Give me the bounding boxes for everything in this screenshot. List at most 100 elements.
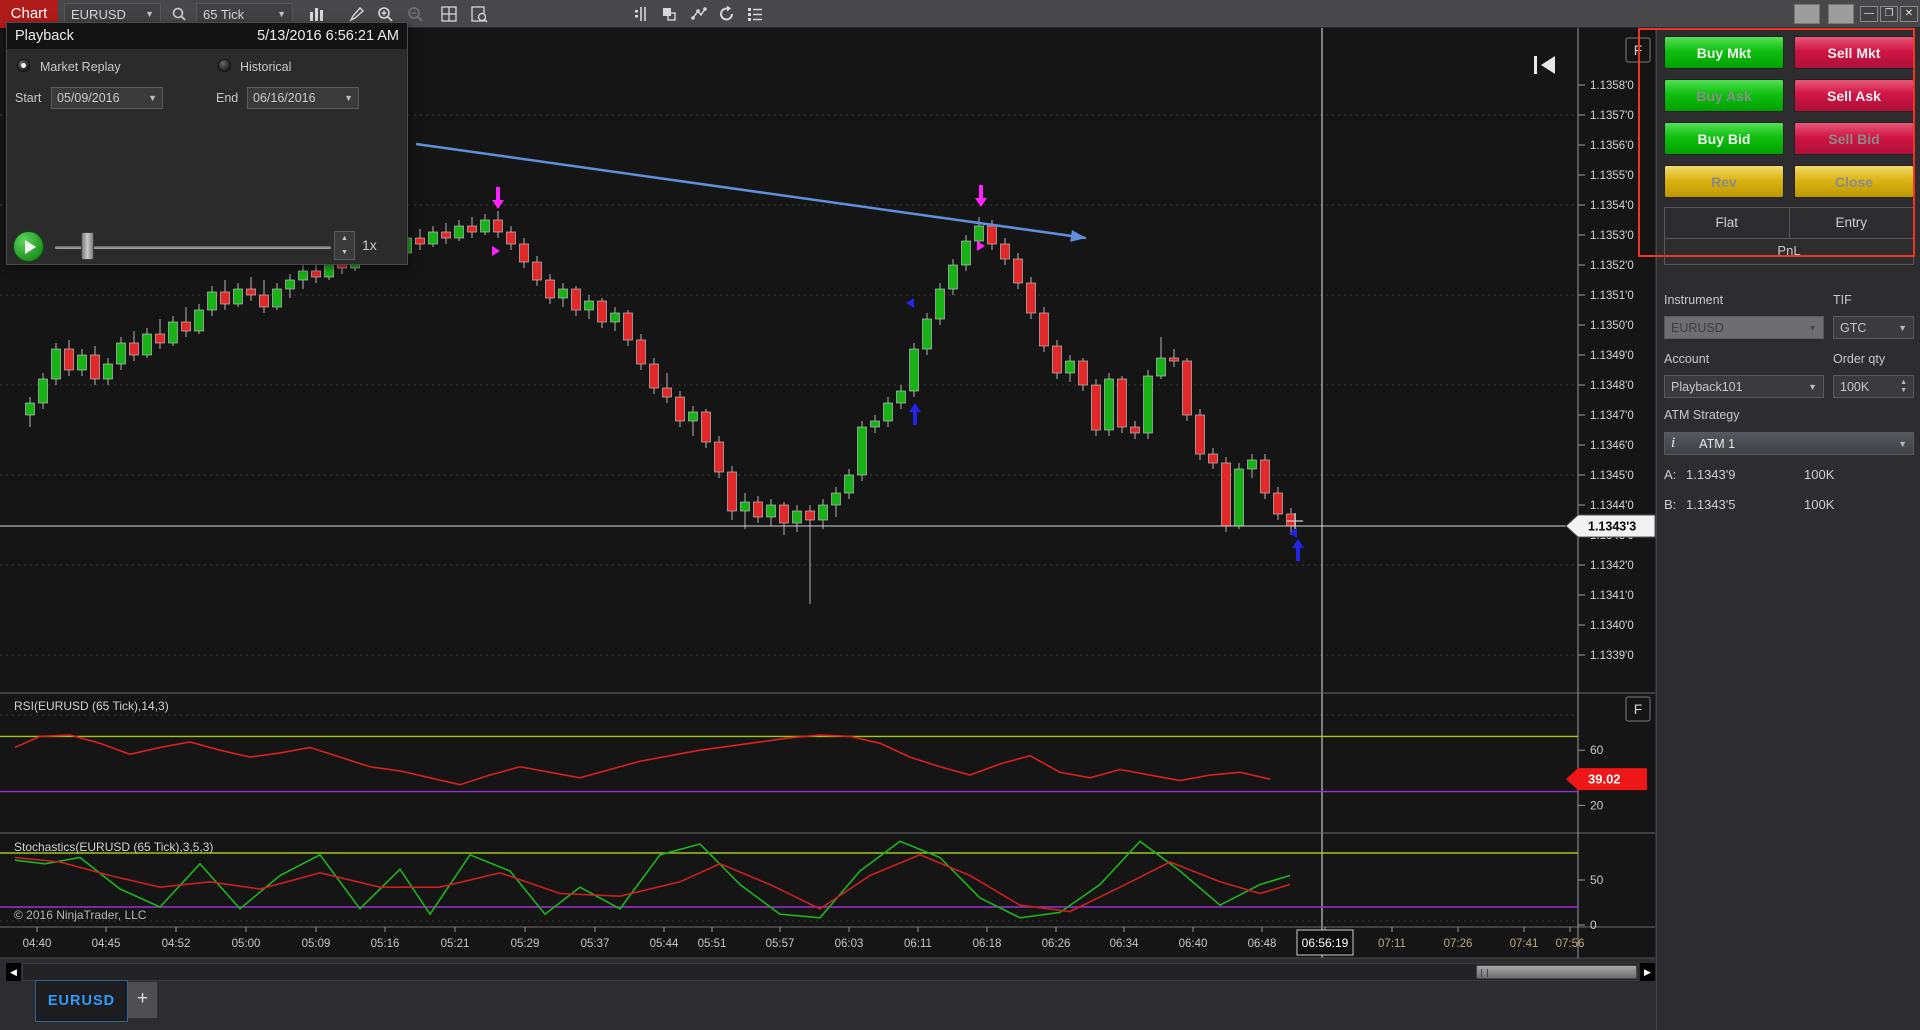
candle [636,339,646,365]
candle [948,264,958,290]
candle [1169,357,1179,362]
candle [818,504,828,521]
time-axis-label: 04:52 [162,938,191,950]
time-axis-label: 05:00 [232,938,261,950]
speed-slider-handle[interactable] [81,232,94,260]
time-axis-label: 04:40 [23,938,52,950]
horizontal-scrollbar[interactable] [22,963,1638,981]
fix-scale-button-label: F [1634,42,1643,58]
candle [831,492,841,506]
tab-eurusd[interactable]: EURUSD [35,980,128,1022]
candle [428,231,438,245]
instrument-link-button[interactable] [1794,4,1820,24]
close-button[interactable]: ✕ [1900,6,1918,22]
buy-ask-button[interactable]: Buy Ask [1664,79,1784,112]
current-price-tag-text: 1.1343'3 [1588,520,1636,534]
candle [90,354,100,380]
time-axis-label: 06:03 [835,938,864,950]
scroll-right-button[interactable]: ▶ [1640,963,1655,981]
candle [883,402,893,422]
candle [571,288,581,311]
candle [1052,345,1062,374]
time-axis-label: 06:40 [1179,938,1208,950]
candle [558,288,568,299]
sell-mkt-button[interactable]: Sell Mkt [1794,36,1914,69]
historical-radio[interactable] [218,59,231,72]
start-date-dropdown[interactable]: 05/09/2016 ▼ [51,87,163,109]
price-axis-label: 1.1347'0 [1590,410,1634,422]
sell-ask-button[interactable]: Sell Ask [1794,79,1914,112]
restore-button[interactable]: ❐ [1880,6,1898,22]
price-axis-label: 1.1349'0 [1590,350,1634,362]
candle [844,474,854,494]
candle [727,471,737,512]
playback-panel: Playback 5/13/2016 6:56:21 AM Market Rep… [6,22,408,265]
price-axis-label: 1.1357'0 [1590,110,1634,122]
candle [1117,378,1127,428]
time-axis-label: 05:57 [766,938,795,950]
close-button[interactable]: Close [1794,165,1914,198]
order-qty-stepper[interactable]: 100K ▲ ▼ [1833,375,1914,398]
sell-bid-button[interactable]: Sell Bid [1794,122,1914,155]
candle [675,396,685,422]
copyright-text: © 2016 NinjaTrader, LLC [14,908,147,922]
candle [480,219,490,233]
scrollbar-thumb[interactable] [1476,965,1637,979]
reload-icon[interactable] [714,2,740,26]
account-select[interactable]: Playback101 ▼ [1664,375,1824,398]
windows-icon[interactable] [656,2,682,26]
candle [415,237,425,245]
interval-link-button[interactable] [1828,4,1854,24]
price-axis-label: 1.1339'0 [1590,650,1634,662]
candle [168,321,178,344]
time-axis-label: 06:18 [973,938,1002,950]
play-button[interactable] [13,231,44,262]
crosshair-grid-icon[interactable] [436,2,462,26]
candle [454,225,464,239]
price-axis-label: 1.1345'0 [1590,470,1634,482]
candle [311,270,321,278]
speed-stepper[interactable]: ▲ ▼ [334,231,355,260]
buy-bid-button[interactable]: Buy Bid [1664,122,1784,155]
candle [64,348,74,371]
candle [1208,453,1218,464]
candle [1065,360,1075,374]
data-series-icon[interactable] [686,2,712,26]
candle [1234,468,1244,527]
candle [753,501,763,518]
panel-toggle-icon[interactable] [628,2,654,26]
stepper-arrows-icon: ▲ ▼ [1900,378,1907,394]
price-axis-label: 1.1350'0 [1590,320,1634,332]
chevron-down-icon: ▼ [148,93,157,103]
speed-slider-track[interactable] [55,246,331,249]
market-replay-radio[interactable] [17,59,30,72]
chevron-down-icon: ▼ [1808,381,1817,392]
buy-arrow-icon [1296,548,1300,561]
candle [714,441,724,473]
chart-trader-icon[interactable] [466,2,492,26]
price-axis-label: 1.1352'0 [1590,260,1634,272]
atm-strategy-select[interactable]: i ATM 1 ▼ [1664,432,1914,455]
rev-button[interactable]: Rev [1664,165,1784,198]
add-tab-button[interactable]: + [128,982,157,1018]
buy-mkt-button[interactable]: Buy Mkt [1664,36,1784,69]
time-axis-label: 05:51 [698,938,727,950]
candle [922,318,932,350]
candle [1000,243,1010,260]
time-axis-label: 05:29 [511,938,540,950]
tif-select[interactable]: GTC ▼ [1833,316,1914,339]
end-date-dropdown[interactable]: 06/16/2016 ▼ [247,87,359,109]
properties-list-icon[interactable] [742,2,768,26]
scroll-left-button[interactable]: ◀ [6,963,21,981]
minimize-button[interactable]: — [1860,6,1878,22]
candle [1221,462,1231,527]
price-axis-label: 1.1353'0 [1590,230,1634,242]
candle [233,288,243,305]
playback-title-bar[interactable]: Playback 5/13/2016 6:56:21 AM [7,23,407,49]
candle [103,363,113,380]
pnl-cell: PnL [1664,239,1914,265]
time-axis-label: 07:56 [1556,938,1585,950]
time-axis-label: 06:11 [904,938,932,950]
candle [1143,375,1153,434]
jump-to-latest-icon[interactable] [1534,56,1537,74]
